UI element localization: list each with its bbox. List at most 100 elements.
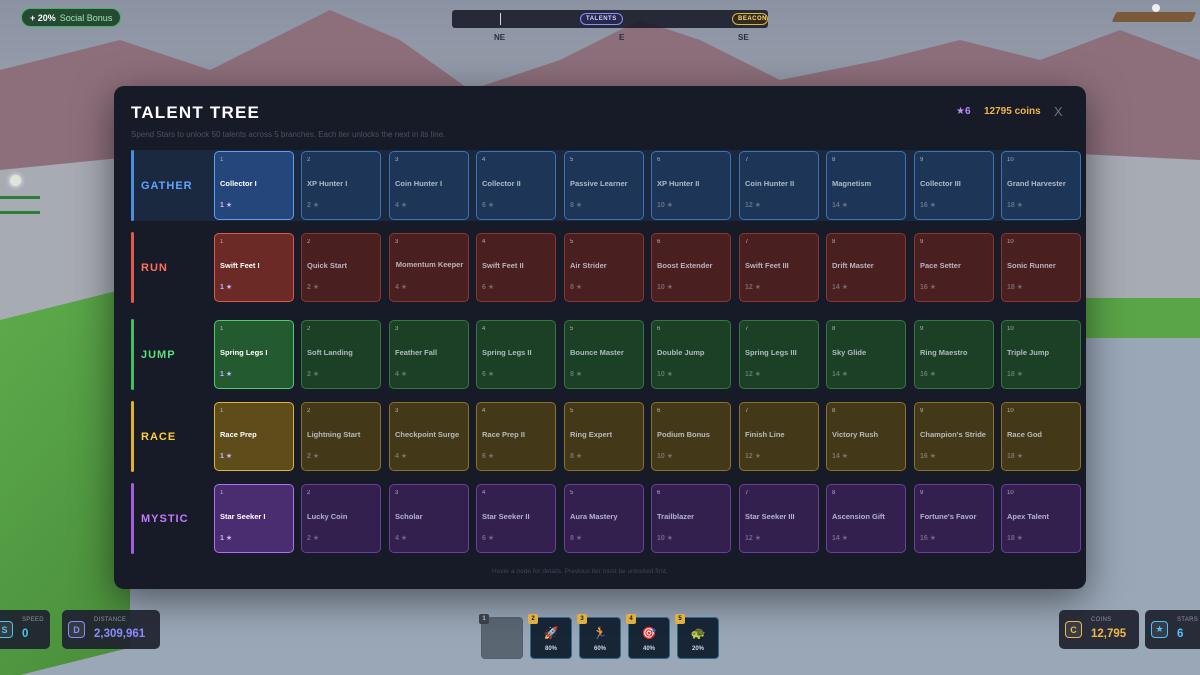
talent-tier: 6 [657, 490, 661, 496]
talent-node[interactable]: 6 Podium Bonus 10 ★ [651, 402, 731, 471]
talent-cost: 10 ★ [657, 453, 674, 460]
branch-race: RACE 1 Race Prep 1 ★ 2 Lightning Start 2 ★ 3 Che… [131, 401, 1081, 472]
talent-tier: 3 [395, 239, 399, 245]
talent-node[interactable]: 3 Scholar 4 ★ [389, 484, 469, 553]
talent-node[interactable]: 6 Double Jump 10 ★ [651, 320, 731, 389]
talent-tier: 7 [745, 408, 749, 414]
talent-node[interactable]: 5 Aura Mastery 8 ★ [564, 484, 644, 553]
talent-node[interactable]: 10 Triple Jump 18 ★ [1001, 320, 1081, 389]
talent-node[interactable]: 8 Drift Master 14 ★ [826, 233, 906, 302]
talent-node[interactable]: 1 Spring Legs I 1 ★ [214, 320, 294, 389]
talent-node[interactable]: 9 Fortune's Favor 16 ★ [914, 484, 994, 553]
turtle-icon: 🐢 [690, 626, 706, 640]
talent-node[interactable]: 7 Finish Line 12 ★ [739, 402, 819, 471]
talent-node[interactable]: 3 Coin Hunter I 4 ★ [389, 151, 469, 220]
hotbar-cooldown: 20% [691, 646, 704, 652]
talent-node[interactable]: 1 Collector I 1 ★ [214, 151, 294, 220]
talent-node[interactable]: 4 Star Seeker II 6 ★ [476, 484, 556, 553]
talent-node[interactable]: 3 Feather Fall 4 ★ [389, 320, 469, 389]
hotbar-slot-2[interactable]: 2 🚀 80% [528, 614, 572, 659]
compass-label-se: SE [738, 33, 749, 42]
talent-node[interactable]: 7 Swift Feet III 12 ★ [739, 233, 819, 302]
compass-bar: TALENTS BEACON [452, 10, 768, 28]
talent-node[interactable]: 4 Collector II 6 ★ [476, 151, 556, 220]
talent-node[interactable]: 10 Sonic Runner 18 ★ [1001, 233, 1081, 302]
talent-node[interactable]: 8 Ascension Gift 14 ★ [826, 484, 906, 553]
social-bonus-value: + 20% [30, 12, 56, 23]
talent-node[interactable]: 8 Magnetism 14 ★ [826, 151, 906, 220]
talent-node[interactable]: 2 Lucky Coin 2 ★ [301, 484, 381, 553]
talent-name: Sky Glide [832, 348, 867, 357]
branch-accent-bar [131, 319, 134, 390]
talent-node[interactable]: 7 Star Seeker III 12 ★ [739, 484, 819, 553]
talent-node[interactable]: 9 Collector III 16 ★ [914, 151, 994, 220]
close-button[interactable]: X [1054, 104, 1063, 119]
talent-node[interactable]: 2 Lightning Start 2 ★ [301, 402, 381, 471]
ground-right [1070, 298, 1200, 338]
talent-node[interactable]: 2 Quick Start 2 ★ [301, 233, 381, 302]
talent-node[interactable]: 3 Checkpoint Surge 4 ★ [389, 402, 469, 471]
compass-talents-marker[interactable]: TALENTS [580, 13, 623, 25]
talent-tier: 7 [745, 157, 749, 163]
talent-node[interactable]: 6 Trailblazer 10 ★ [651, 484, 731, 553]
talent-cost: 1 ★ [220, 535, 233, 542]
runner-icon: 🏃 [592, 626, 608, 640]
talent-node[interactable]: 5 Air Strider 8 ★ [564, 233, 644, 302]
talent-name: Sonic Runner [1007, 261, 1056, 270]
talent-node[interactable]: 3 Momentum Keeper 4 ★ [389, 233, 469, 302]
talent-cost: 2 ★ [307, 535, 320, 542]
hotbar-key: 2 [528, 614, 538, 624]
talent-tier: 3 [395, 326, 399, 332]
talent-name: Grand Harvester [1007, 179, 1066, 188]
talent-name: XP Hunter I [307, 179, 348, 188]
hotbar-slot-4[interactable]: 4 🎯 40% [626, 614, 670, 659]
talent-node[interactable]: 8 Sky Glide 14 ★ [826, 320, 906, 389]
talent-node[interactable]: 5 Bounce Master 8 ★ [564, 320, 644, 389]
talent-name: Trailblazer [657, 512, 695, 521]
compass-beacon-marker[interactable]: BEACON [732, 13, 768, 25]
talent-node[interactable]: 6 XP Hunter II 10 ★ [651, 151, 731, 220]
talent-node[interactable]: 1 Star Seeker I 1 ★ [214, 484, 294, 553]
talent-node[interactable]: 2 XP Hunter I 2 ★ [301, 151, 381, 220]
branch-run: RUN 1 Swift Feet I 1 ★ 2 Quick Start 2 ★ 3 Momen… [131, 232, 1081, 303]
talent-node[interactable]: 9 Pace Setter 16 ★ [914, 233, 994, 302]
talent-cost: 4 ★ [395, 202, 408, 209]
talent-tier: 2 [307, 239, 311, 245]
talent-node[interactable]: 4 Spring Legs II 6 ★ [476, 320, 556, 389]
talent-node[interactable]: 6 Boost Extender 10 ★ [651, 233, 731, 302]
coins-balance: 12795 coins [984, 106, 1041, 117]
social-bonus-label: Social Bonus [59, 12, 113, 23]
hotbar-slot-5[interactable]: 5 🐢 20% [675, 614, 719, 659]
talent-node[interactable]: 8 Victory Rush 14 ★ [826, 402, 906, 471]
talent-name: Spring Legs III [745, 348, 797, 357]
talent-tier: 6 [657, 408, 661, 414]
talent-node[interactable]: 9 Champion's Stride 16 ★ [914, 402, 994, 471]
talent-name: Race God [1007, 430, 1043, 439]
hotbar-cooldown: 60% [593, 646, 606, 652]
talent-node[interactable]: 1 Race Prep 1 ★ [214, 402, 294, 471]
talent-node[interactable]: 9 Ring Maestro 16 ★ [914, 320, 994, 389]
talent-name: Collector II [482, 179, 521, 188]
talent-node[interactable]: 4 Race Prep II 6 ★ [476, 402, 556, 471]
talent-node[interactable]: 2 Soft Landing 2 ★ [301, 320, 381, 389]
hotbar-key: 1 [479, 614, 489, 624]
talent-cost: 6 ★ [482, 453, 495, 460]
talent-cost: 8 ★ [570, 535, 583, 542]
talent-cost: 2 ★ [307, 202, 320, 209]
talent-node[interactable]: 7 Coin Hunter II 12 ★ [739, 151, 819, 220]
talent-node[interactable]: 7 Spring Legs III 12 ★ [739, 320, 819, 389]
talent-tier: 4 [482, 239, 486, 245]
talent-cost: 16 ★ [920, 453, 937, 460]
talent-node[interactable]: 5 Passive Learner 8 ★ [564, 151, 644, 220]
hotbar-slot-1[interactable]: 1 [479, 614, 523, 659]
talent-node[interactable]: 1 Swift Feet I 1 ★ [214, 233, 294, 302]
talent-cost: 6 ★ [482, 535, 495, 542]
hotbar-slot-3[interactable]: 3 🏃 60% [577, 614, 621, 659]
talent-node[interactable]: 10 Apex Talent 18 ★ [1001, 484, 1081, 553]
talent-tier: 5 [570, 408, 574, 414]
talent-tier: 3 [395, 490, 399, 496]
talent-node[interactable]: 5 Ring Expert 8 ★ [564, 402, 644, 471]
talent-node[interactable]: 10 Grand Harvester 18 ★ [1001, 151, 1081, 220]
talent-node[interactable]: 10 Race God 18 ★ [1001, 402, 1081, 471]
talent-node[interactable]: 4 Swift Feet II 6 ★ [476, 233, 556, 302]
